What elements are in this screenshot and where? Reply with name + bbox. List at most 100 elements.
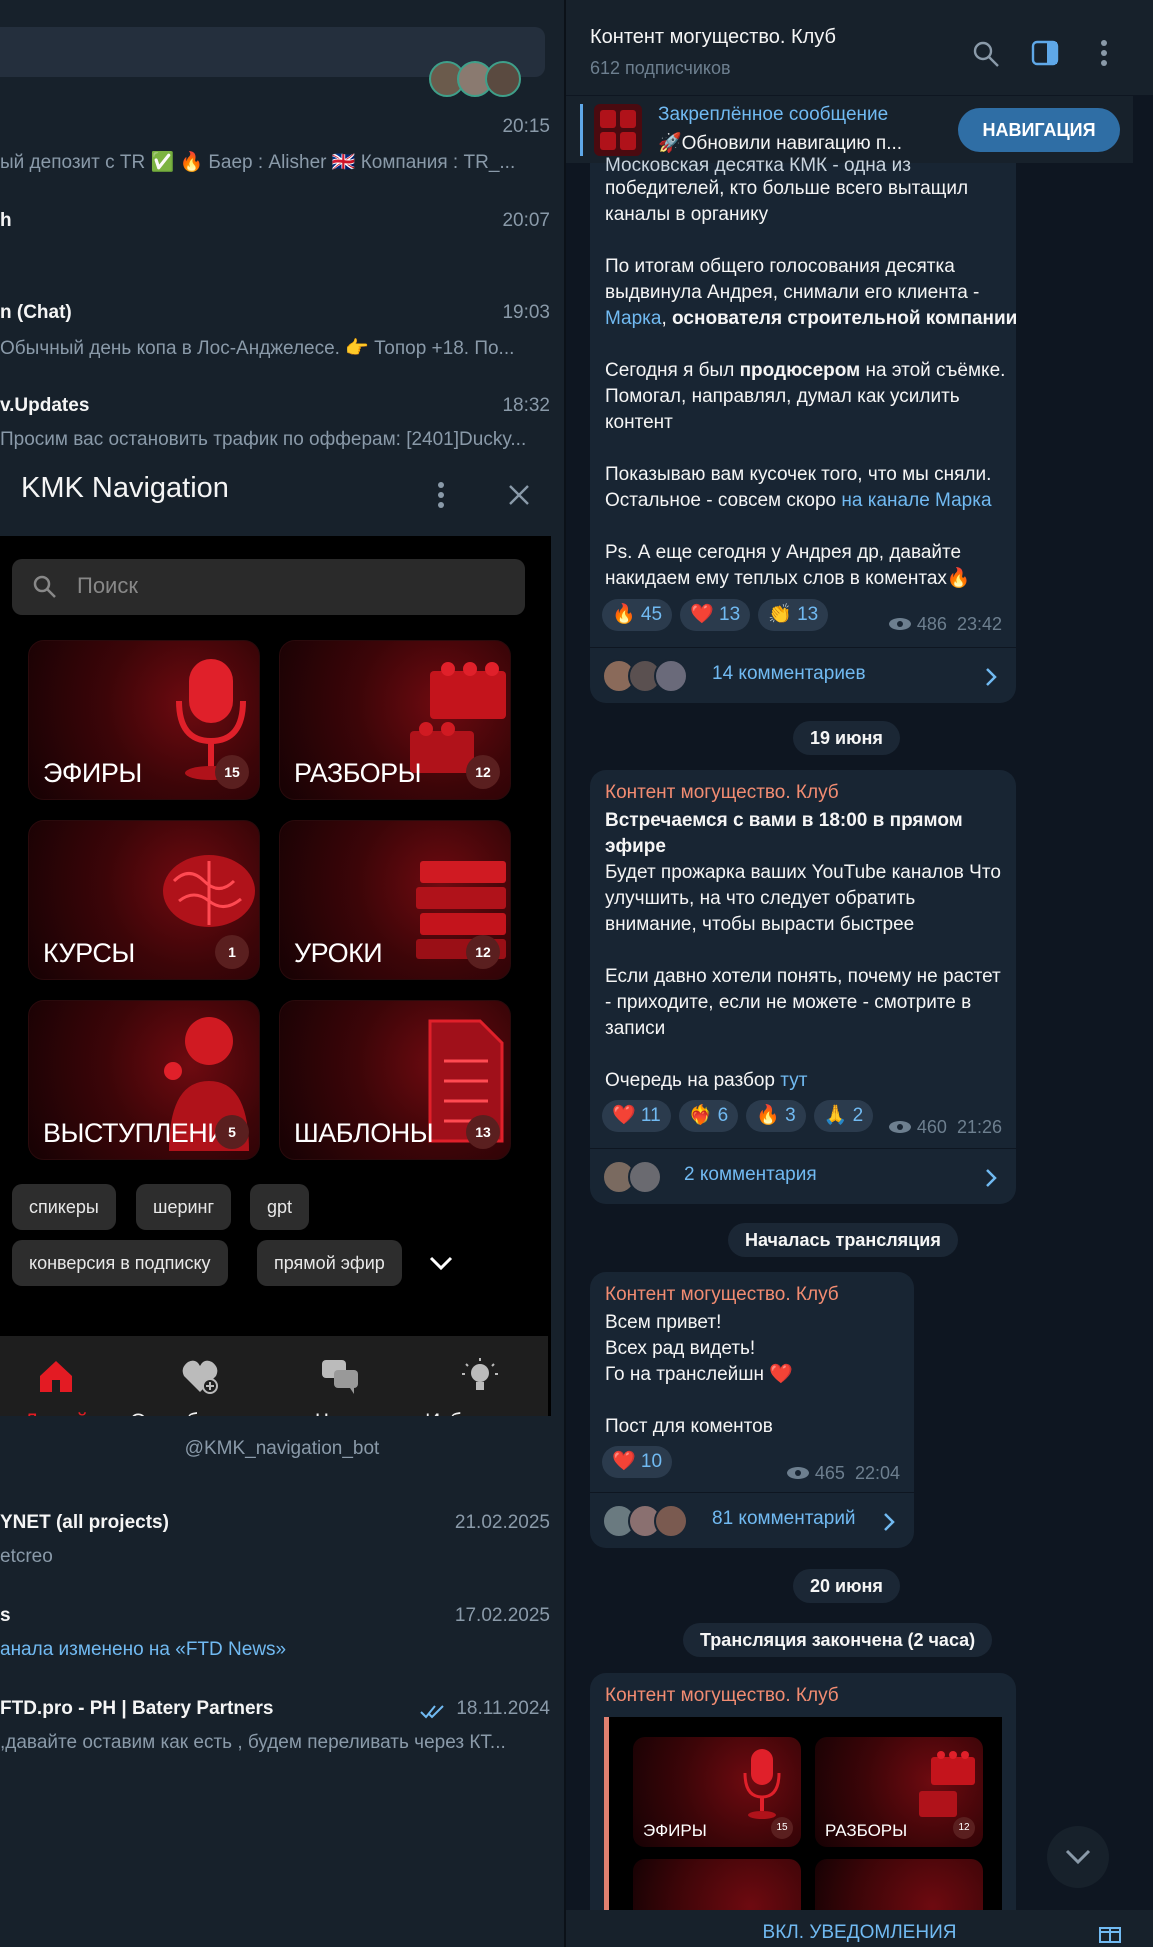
chat-preview: Просим вас остановить трафик по офферам:… [0, 429, 527, 450]
chat-preview: Обычный день копа в Лос-Анджелесе. 👉 Топ… [0, 338, 515, 359]
tag-chip[interactable]: gpt [250, 1184, 310, 1230]
pinned-thumbnail [594, 104, 642, 156]
comments-button[interactable]: 81 комментарий [590, 1492, 914, 1548]
avatar [628, 1160, 662, 1194]
sidebar-toggle-icon[interactable] [1031, 40, 1059, 66]
mini-app-content: Поиск ЭФИРЫ 15 РАЗБОРЫ 12 КУРСЫ 1 УРОКИ … [0, 536, 564, 1456]
chat-name: FTD.pro - PH | Batery Partners [0, 1698, 274, 1719]
view-count: 465 [814, 1463, 845, 1483]
tile-label: ЭФИРЫ [43, 758, 142, 788]
enable-notifications-button[interactable]: ВКЛ. УВЕДОМЛЕНИЯ [566, 1922, 1153, 1944]
chevron-down-icon[interactable] [428, 1252, 454, 1274]
link-channel[interactable]: на канале Марка [841, 490, 991, 511]
eye-icon [786, 1467, 809, 1479]
chat-name: s [0, 1605, 11, 1626]
bot-username[interactable]: @KMK_navigation_bot [0, 1416, 564, 1482]
tag-chip[interactable]: спикеры [12, 1184, 116, 1230]
chat-search-bar[interactable] [0, 27, 545, 97]
chat-list-item[interactable]: 20:15 ый депозит с TR ✅ 🔥 Баер : Alisher… [0, 96, 564, 188]
channel-post[interactable]: Контент могущество. Клуб Встречаемся с в… [590, 770, 1016, 1204]
channel-footer: ВКЛ. УВЕДОМЛЕНИЯ [566, 1910, 1153, 1947]
comments-button[interactable]: 14 комментариев [590, 647, 1016, 703]
more-options-icon[interactable] [431, 480, 451, 510]
text-span: По итогам общего голосования десятка выд… [605, 256, 980, 303]
date-separator: 19 июня [793, 721, 900, 755]
post-line: Го на транслейшн ❤️ [605, 1364, 793, 1385]
link-queue[interactable]: тут [780, 1070, 807, 1091]
chat-list-item[interactable]: YNET (all projects) 21.02.2025 etcreo [0, 1492, 564, 1584]
post-paragraph: победителей, кто больше всего вытащил ка… [605, 178, 969, 225]
chat-name: YNET (all projects) [0, 1512, 169, 1533]
reaction-chip[interactable]: 🙏 2 [813, 1100, 874, 1132]
chat-list-item[interactable]: v.Updates 18:32 Просим вас остановить тр… [0, 375, 564, 456]
tile-label: УРОКИ [294, 938, 383, 968]
channel-post[interactable]: Московская десятка КМК - одна из победит… [590, 155, 1018, 703]
search-input[interactable]: Поиск [12, 559, 525, 615]
close-icon[interactable] [507, 483, 531, 507]
reactions-row: ❤️ 10 [602, 1446, 673, 1478]
chevron-right-icon [986, 1169, 997, 1187]
view-count: 460 [916, 1117, 947, 1137]
chat-list-item[interactable]: h 20:07 [0, 190, 564, 282]
tile-efiry[interactable]: ЭФИРЫ 15 [28, 640, 260, 800]
link-mark[interactable]: Марка [605, 308, 661, 329]
tile-count-badge: 15 [215, 755, 249, 789]
stories-avatars[interactable] [429, 61, 521, 97]
post-sender[interactable]: Контент могущество. Клуб [605, 1284, 839, 1306]
chat-name: h [0, 210, 12, 231]
tile-razbory[interactable]: РАЗБОРЫ 12 [279, 640, 511, 800]
chat-preview: ,давайте оставим как есть , будем перели… [0, 1732, 506, 1753]
channel-header[interactable]: Контент могущество. Клуб 612 подписчиков [566, 0, 1153, 95]
scroll-down-button[interactable] [1047, 1826, 1109, 1888]
reactions-row: 🔥 45 ❤️ 13 👏 13 [602, 599, 829, 631]
tile-label: РАЗБОРЫ [825, 1821, 908, 1840]
tile-uroki[interactable]: УРОКИ 12 [279, 820, 511, 980]
channel-title[interactable]: Контент могущество. Клуб [590, 26, 836, 49]
search-icon [33, 575, 56, 598]
channel-post[interactable]: Контент могущество. Клуб ЭФИРЫ 15 РАЗБОР… [590, 1673, 1016, 1947]
post-time: 22:04 [854, 1463, 900, 1483]
reaction-chip[interactable]: ❤️ 13 [680, 599, 751, 631]
post-line: Всем привет! [605, 1312, 722, 1333]
bold-text: основателя строительной компании [672, 308, 1018, 329]
channel-post[interactable]: Контент могущество. Клуб Всем привет! Вс… [590, 1272, 914, 1548]
tile-label: РАЗБОРЫ [294, 758, 422, 788]
post-sender[interactable]: Контент могущество. Клуб [605, 782, 839, 804]
chevron-down-icon [1065, 1849, 1091, 1865]
view-count: 486 [916, 614, 947, 634]
pinned-indicator [580, 104, 583, 156]
tile-kursy[interactable]: КУРСЫ 1 [28, 820, 260, 980]
tile-shablony[interactable]: ШАБЛОНЫ 13 [279, 1000, 511, 1160]
reaction-chip[interactable]: 🔥 45 [602, 599, 673, 631]
reaction-chip[interactable]: ❤️ 11 [602, 1100, 671, 1132]
chat-list-item[interactable]: FTD.pro - PH | Batery Partners 18.11.202… [0, 1678, 564, 1770]
tag-chip[interactable]: конверсия в подписку [12, 1240, 228, 1286]
chat-list-item[interactable]: n (Chat) 19:03 Обычный день копа в Лос-А… [0, 282, 564, 374]
post-meta: 460 21:26 [888, 1117, 1002, 1138]
tile-count-badge: 1 [215, 935, 249, 969]
post-paragraph: Очередь на разбор тут [605, 1068, 1005, 1094]
search-icon[interactable] [972, 40, 1000, 68]
chat-time: 18.11.2024 [456, 1698, 550, 1719]
tag-chip[interactable]: прямой эфир [257, 1240, 402, 1286]
reaction-chip[interactable]: 🔥 3 [746, 1100, 806, 1132]
post-sender[interactable]: Контент могущество. Клуб [605, 1685, 839, 1707]
tile-preview: ЭФИРЫ 15 [633, 1737, 801, 1847]
navigation-button[interactable]: НАВИГАЦИЯ [958, 108, 1120, 152]
tile-label: КУРСЫ [43, 938, 135, 968]
gift-icon[interactable] [1097, 1918, 1123, 1944]
tile-count-badge: 12 [466, 935, 500, 969]
comments-button[interactable]: 2 комментария [590, 1148, 1016, 1204]
reaction-chip[interactable]: 👏 13 [758, 599, 829, 631]
chat-list-item[interactable]: s 17.02.2025 анала изменено на «FTD News… [0, 1585, 564, 1677]
avatar[interactable] [485, 61, 521, 97]
reaction-chip[interactable]: ❤️‍🔥 6 [678, 1100, 739, 1132]
comments-count: 81 комментарий [712, 1508, 856, 1529]
more-options-icon[interactable] [1096, 38, 1112, 68]
pinned-label: Закреплённое сообщение [658, 104, 889, 125]
reaction-chip[interactable]: ❤️ 10 [602, 1446, 673, 1478]
service-message: Началась трансляция [728, 1223, 958, 1257]
tile-vystupleniya[interactable]: ВЫСТУПЛЕНИ... 5 [28, 1000, 260, 1160]
chat-preview: etcreo [0, 1546, 53, 1567]
tag-chip[interactable]: шеринг [136, 1184, 232, 1230]
